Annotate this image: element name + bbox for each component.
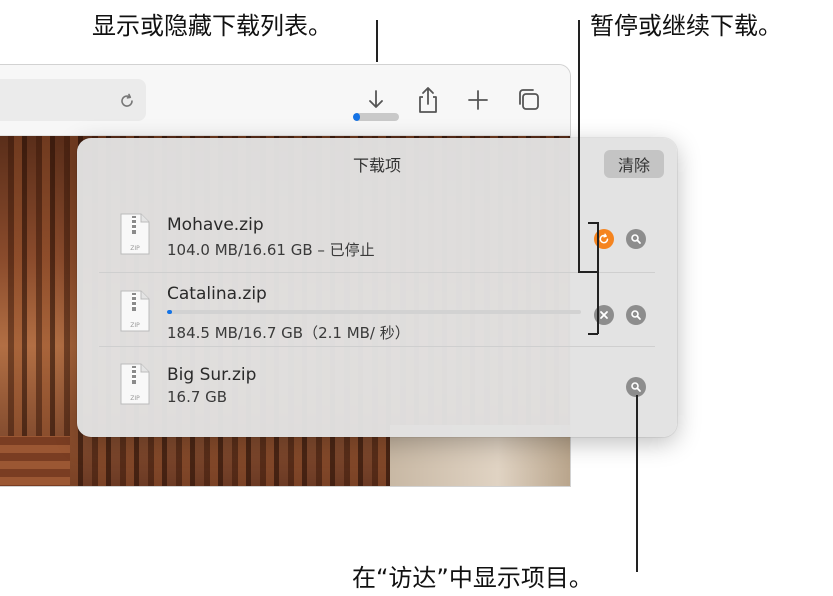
popover-title: 下载项 bbox=[352, 156, 401, 175]
zip-file-icon: ZIP bbox=[120, 290, 150, 332]
show-in-finder-button[interactable] bbox=[626, 377, 646, 397]
share-icon[interactable] bbox=[414, 85, 442, 115]
zip-icon-label: ZIP bbox=[130, 245, 140, 252]
downloads-icon[interactable] bbox=[362, 85, 390, 115]
zip-icon-label: ZIP bbox=[130, 395, 140, 402]
zip-icon-label: ZIP bbox=[130, 322, 140, 329]
zip-file-icon: ZIP bbox=[120, 363, 150, 405]
new-tab-icon[interactable] bbox=[464, 85, 492, 115]
download-row[interactable]: ZIP Mohave.zip 104.0 MB/16.61 GB – 已停止 bbox=[99, 200, 655, 273]
bracket-line bbox=[597, 222, 599, 334]
bracket-line bbox=[588, 333, 598, 335]
reload-icon[interactable] bbox=[118, 92, 136, 110]
magnifier-icon bbox=[631, 234, 641, 244]
magnifier-icon bbox=[631, 382, 641, 392]
magnifier-icon bbox=[631, 310, 641, 320]
downloads-progress-fill bbox=[353, 113, 360, 121]
bracket-line bbox=[588, 222, 598, 224]
show-in-finder-button[interactable] bbox=[626, 229, 646, 249]
photo-detail bbox=[0, 436, 70, 486]
downloads-progress-indicator[interactable] bbox=[353, 113, 399, 121]
leader-line bbox=[578, 20, 580, 272]
file-status: 16.7 GB bbox=[167, 388, 228, 406]
callout-show-in-finder: 在“访达”中显示项目。 bbox=[352, 564, 593, 592]
tab-overview-icon[interactable] bbox=[515, 85, 543, 115]
file-name: Big Sur.zip bbox=[167, 365, 257, 385]
download-progress-bar bbox=[167, 310, 581, 314]
file-status: 184.5 MB/16.7 GB（2.1 MB/ 秒） bbox=[167, 324, 410, 342]
downloads-popover: 下载项 清除 ZIP Mohave.zip 104.0 MB/16.61 GB … bbox=[77, 138, 677, 437]
callout-pause-resume: 暂停或继续下载。 bbox=[590, 12, 782, 40]
download-row[interactable]: ZIP Catalina.zip 184.5 MB/16.7 GB（2.1 MB… bbox=[99, 274, 655, 347]
browser-toolbar bbox=[0, 65, 570, 136]
clear-button[interactable]: 清除 bbox=[604, 150, 664, 178]
file-name: Mohave.zip bbox=[167, 215, 264, 235]
download-row[interactable]: ZIP Big Sur.zip 16.7 GB bbox=[99, 348, 655, 420]
file-name: Catalina.zip bbox=[167, 284, 267, 304]
file-status: 104.0 MB/16.61 GB – 已停止 bbox=[167, 241, 375, 259]
callout-show-hide-downloads: 显示或隐藏下载列表。 bbox=[92, 12, 332, 40]
resume-icon bbox=[599, 233, 609, 244]
zip-file-icon: ZIP bbox=[120, 213, 150, 255]
leader-line bbox=[376, 20, 378, 62]
leader-line bbox=[636, 395, 638, 572]
show-in-finder-button[interactable] bbox=[626, 305, 646, 325]
close-icon bbox=[600, 311, 608, 319]
download-progress-fill bbox=[167, 310, 172, 314]
leader-line bbox=[578, 271, 598, 273]
